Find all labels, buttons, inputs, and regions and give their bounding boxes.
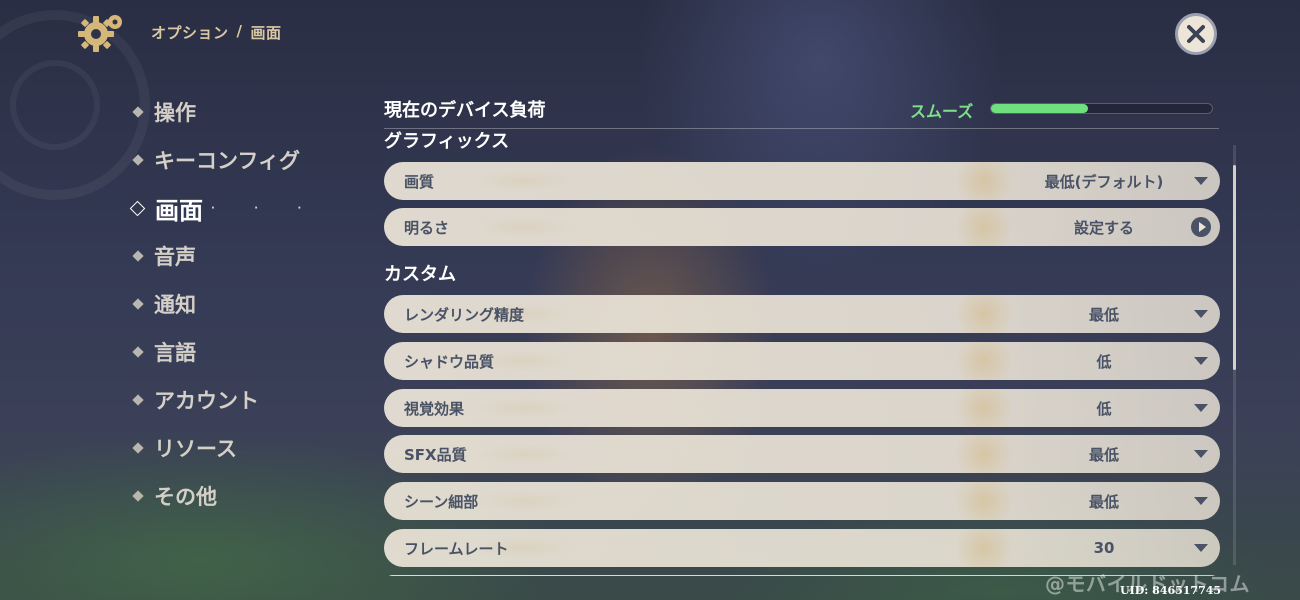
setting-label: シャドウ品質 (404, 352, 495, 371)
setting-value: 最低 (1088, 445, 1119, 464)
setting-row-frame-rate[interactable]: フレームレート 30 (384, 529, 1220, 567)
nav-item-other[interactable]: その他 (130, 472, 319, 520)
nav-item-controls[interactable]: 操作 (130, 88, 319, 136)
nav-item-notifications[interactable]: 通知 (130, 280, 319, 328)
setting-row-sfx-quality[interactable]: SFX品質 最低 (384, 435, 1220, 473)
device-load-label: 現在のデバイス負荷 (384, 100, 546, 121)
nav-item-audio[interactable]: 音声 (130, 232, 319, 280)
setting-row-brightness[interactable]: 明るさ 設定する (384, 208, 1220, 246)
setting-label: SFX品質 (404, 445, 467, 464)
nav-item-resources[interactable]: リソース (130, 424, 319, 472)
setting-row-visual-effects[interactable]: 視覚効果 低 (384, 389, 1220, 427)
setting-value: 低 (1096, 352, 1112, 371)
setting-label: レンダリング精度 (404, 305, 525, 324)
caret-down-icon (1194, 357, 1208, 365)
nav-item-key-config[interactable]: キーコンフィグ (130, 136, 319, 184)
sparkle-decoration: · · · (211, 202, 320, 214)
setting-label: 視覚効果 (404, 399, 465, 418)
nav-item-label: 操作 (154, 101, 196, 125)
nav-item-account[interactable]: アカウント (130, 376, 319, 424)
setting-value: 最低 (1088, 305, 1119, 324)
nav-item-language[interactable]: 言語 (130, 328, 319, 376)
caret-down-icon (1194, 404, 1208, 412)
caret-down-icon (1194, 450, 1208, 458)
nav-item-label: アカウント (154, 389, 259, 413)
setting-label: シーン細部 (404, 492, 479, 511)
setting-label: 画質 (404, 172, 435, 191)
diamond-icon (132, 490, 144, 502)
setting-value: 設定する (1073, 218, 1134, 237)
close-button[interactable] (1175, 13, 1217, 55)
nav-item-label: 音声 (154, 245, 196, 269)
setting-label: フレームレート (404, 539, 509, 558)
breadcrumb-separator: / (236, 22, 243, 40)
nav-item-label: 言語 (154, 341, 196, 365)
settings-list[interactable]: グラフィックス 画質 最低(デフォルト) 明るさ 設定する カスタム レンダリン… (384, 129, 1220, 576)
breadcrumb-current: 画面 (250, 24, 282, 42)
diamond-icon (132, 442, 144, 454)
setting-label: 明るさ (404, 218, 450, 237)
diamond-icon (132, 106, 144, 118)
diamond-outline-icon (129, 200, 146, 216)
scrollbar-thumb[interactable] (1233, 165, 1236, 370)
breadcrumb-options: オプション (151, 24, 229, 42)
setting-value: 30 (1093, 539, 1115, 557)
row-decoration (444, 208, 604, 246)
caret-down-icon (1194, 544, 1208, 552)
section-heading-custom: カスタム (384, 264, 456, 285)
diamond-icon (132, 154, 144, 166)
setting-value: 最低(デフォルト) (1044, 172, 1164, 191)
nav-item-graphics[interactable]: 画面 · · · (129, 184, 320, 232)
caret-down-icon (1194, 177, 1208, 185)
arrow-right-circle-icon (1191, 217, 1211, 237)
close-icon (1187, 25, 1205, 43)
breadcrumb: オプション / 画面 (151, 22, 282, 43)
settings-nav: 操作 キーコンフィグ 画面 · · · 音声 通知 言語 アカウント リソース … (129, 88, 320, 520)
nav-item-label: 画面 (155, 196, 203, 225)
row-decoration (444, 389, 604, 427)
uid-label: UID: 846517745 (1120, 584, 1222, 597)
nav-item-label: リソース (154, 437, 237, 461)
device-load-bar (990, 103, 1213, 114)
nav-item-label: その他 (154, 485, 217, 509)
caret-down-icon (1194, 310, 1208, 318)
nav-item-label: キーコンフィグ (154, 149, 300, 173)
setting-row-shadow-quality[interactable]: シャドウ品質 低 (384, 342, 1220, 380)
setting-row-scene-detail[interactable]: シーン細部 最低 (384, 482, 1220, 520)
setting-value: 最低 (1088, 492, 1119, 511)
diamond-icon (132, 394, 144, 406)
device-load-bar-fill (991, 104, 1089, 113)
setting-value: 低 (1096, 399, 1112, 418)
row-decoration (444, 435, 604, 473)
diamond-icon (132, 346, 144, 358)
nav-item-label: 通知 (154, 293, 196, 317)
caret-down-icon (1194, 497, 1208, 505)
setting-row-render-resolution[interactable]: レンダリング精度 最低 (384, 295, 1220, 333)
section-heading-graphics: グラフィックス (384, 131, 510, 152)
diamond-icon (132, 250, 144, 262)
device-load-status: スムーズ (910, 102, 974, 121)
diamond-icon (132, 298, 144, 310)
background-emblem-inner (10, 60, 100, 150)
gear-icon (78, 12, 124, 54)
setting-row-quality[interactable]: 画質 最低(デフォルト) (384, 162, 1220, 200)
row-decoration (444, 162, 604, 200)
